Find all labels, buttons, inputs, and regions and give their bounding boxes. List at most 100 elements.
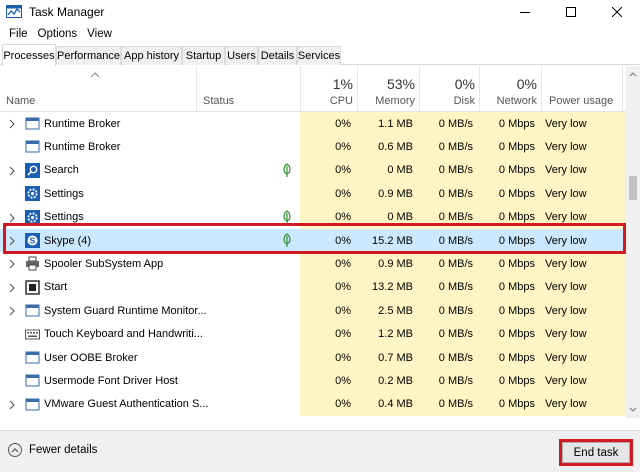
process-row[interactable]: Settings 0% 0 MB 0 MB/s 0 Mbps Very low [0,205,626,229]
column-disk[interactable]: 0% Disk [419,66,479,112]
memory-value: 1.1 MB [357,112,419,136]
power-usage-value: Very low [541,112,622,136]
expand-chevron-icon[interactable] [8,119,16,129]
memory-value: 1.2 MB [357,322,419,346]
tab-strip: Processes Performance App history Startu… [0,44,640,66]
expand-chevron-icon[interactable] [8,283,16,293]
suspended-leaf-icon [283,209,291,224]
cpu-value: 0% [300,252,357,276]
app-window-icon [25,304,40,317]
column-cpu[interactable]: 1% CPU [300,66,357,112]
process-row[interactable]: Settings 0% 0.9 MB 0 MB/s 0 Mbps Very low [0,182,626,206]
process-name: Spooler SubSystem App [44,258,164,271]
cpu-value: 0% [300,275,357,300]
process-name: Runtime Broker [44,117,121,130]
column-name-label: Name [6,95,36,107]
tab-details[interactable]: Details [258,46,297,65]
process-row[interactable]: Search 0% 0 MB 0 MB/s 0 Mbps Very low [0,158,626,183]
process-row[interactable]: User OOBE Broker 0% 0.7 MB 0 MB/s 0 Mbps Very… [0,346,626,370]
tab-startup[interactable]: Startup [182,46,225,65]
column-name[interactable]: Name [0,66,196,112]
process-name: Skype (4) [44,234,92,247]
network-value: 0 Mbps [479,392,541,417]
column-memory[interactable]: 53% Memory [357,66,419,112]
fewer-details-button[interactable]: Fewer details [8,443,97,457]
suspended-leaf-icon [283,233,291,247]
expand-chevron-icon[interactable] [8,306,16,316]
tab-performance[interactable]: Performance [56,46,121,65]
disk-value: 0 MB/s [419,322,479,346]
tab-processes[interactable]: Processes [2,44,56,66]
scrollbar-thumb[interactable] [629,176,637,200]
expand-chevron-icon[interactable] [8,259,16,269]
network-value: 0 Mbps [479,346,541,370]
minimize-button[interactable] [502,0,548,24]
vertical-scrollbar[interactable] [626,66,640,418]
app-window-icon [25,140,40,153]
process-row[interactable]: System Guard Runtime Monitor... 0% 2.5 MB 0… [0,299,626,323]
tab-users[interactable]: Users [225,46,258,65]
minimize-icon [520,12,530,13]
menu-bar: File Options View [0,24,117,44]
memory-total: 53% [386,76,415,92]
column-power[interactable]: Power usage [541,66,622,112]
maximize-button[interactable] [548,0,594,24]
column-network-label: Network [496,95,537,107]
process-row[interactable]: S Skype (4) 0% 15.2 MB 0 MB/s 0 Mbps Very low [0,229,626,253]
process-row[interactable]: VMware Guest Authentication S... 0% 0.4 MB… [0,392,626,417]
window-title: Task Manager [29,5,105,19]
process-row[interactable]: Touch Keyboard and Handwriti... 0% 1.2 MB 0… [0,322,626,346]
process-row[interactable]: Start 0% 13.2 MB 0 MB/s 0 Mbps Very low [0,275,626,300]
power-usage-value: Very low [541,229,622,253]
process-name: Touch Keyboard and Handwriti... [44,328,203,341]
process-name: User OOBE Broker [44,351,138,364]
cpu-value: 0% [300,299,357,323]
tab-app-history[interactable]: App history [121,46,182,65]
menu-view[interactable]: View [82,28,117,40]
process-list: Runtime Broker 0% 1.1 MB 0 MB/s 0 Mbps Very l… [0,112,626,418]
disk-value: 0 MB/s [419,392,479,417]
menu-file[interactable]: File [4,28,33,40]
power-usage-value: Very low [541,322,622,346]
cpu-value: 0% [300,112,357,136]
memory-value: 0.7 MB [357,346,419,370]
memory-value: 13.2 MB [357,275,419,300]
power-usage-value: Very low [541,299,622,323]
expand-chevron-icon[interactable] [8,166,16,176]
network-total: 0% [516,76,537,92]
tab-services[interactable]: Services [297,46,341,65]
process-row[interactable]: Runtime Broker 0% 0.6 MB 0 MB/s 0 Mbps Very l… [0,135,626,159]
printer-icon [26,256,39,271]
process-row[interactable]: Spooler SubSystem App 0% 0.9 MB 0 MB/s 0 Mbp… [0,252,626,276]
disk-total: 0% [454,76,475,92]
close-icon [612,7,622,17]
skype-icon: S [25,233,40,248]
expand-chevron-icon[interactable] [8,400,16,410]
cpu-value: 0% [300,346,357,370]
disk-value: 0 MB/s [419,252,479,276]
network-value: 0 Mbps [479,275,541,300]
process-name: Settings [44,211,84,224]
scroll-up-icon[interactable] [626,68,640,80]
cpu-value: 0% [300,182,357,206]
chevron-up-circle-icon [8,443,22,457]
column-network[interactable]: 0% Network [479,66,541,112]
power-usage-value: Very low [541,158,622,183]
column-status[interactable]: Status [196,66,300,112]
network-value: 0 Mbps [479,369,541,393]
menu-options[interactable]: Options [33,28,83,40]
power-usage-value: Very low [541,275,622,300]
close-button[interactable] [594,0,640,24]
expand-chevron-icon[interactable] [8,236,16,246]
end-task-button[interactable]: End task [562,442,630,463]
process-row[interactable]: Usermode Font Driver Host 0% 0.2 MB 0 MB/s 0… [0,369,626,393]
process-name: Start [44,281,68,294]
start-icon [25,280,40,295]
keyboard-icon [25,329,40,340]
maximize-icon [566,7,576,17]
expand-chevron-icon[interactable] [8,213,16,223]
cpu-value: 0% [300,135,357,159]
column-memory-label: Memory [375,95,415,107]
scroll-down-icon[interactable] [626,404,640,416]
process-row[interactable]: Runtime Broker 0% 1.1 MB 0 MB/s 0 Mbps Very l… [0,112,626,136]
